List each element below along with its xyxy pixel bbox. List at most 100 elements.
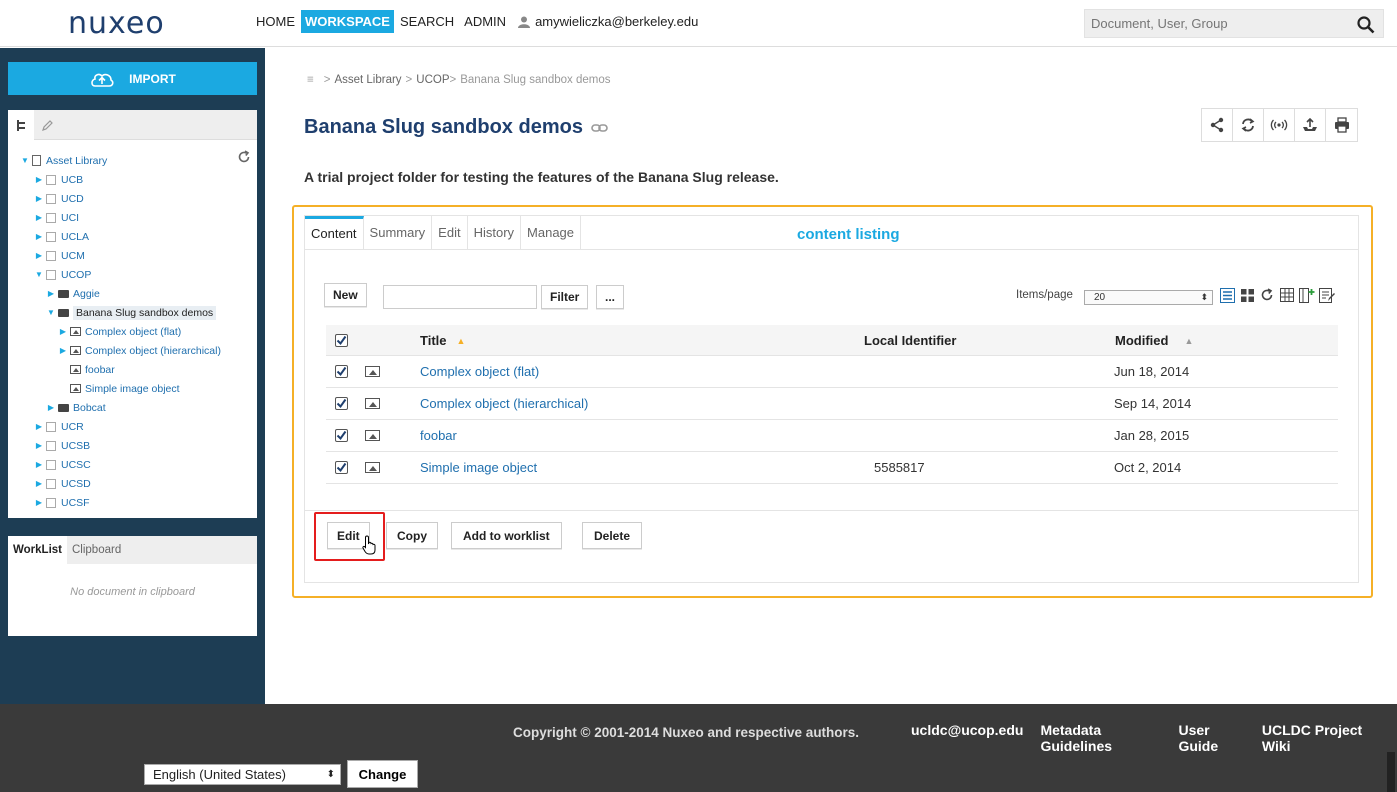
edit-columns-icon[interactable] <box>1319 287 1335 303</box>
row-checkbox[interactable] <box>335 461 348 474</box>
expand-arrow-icon[interactable]: ▶ <box>58 327 68 336</box>
collapse-arrow-icon[interactable]: ▼ <box>20 156 30 165</box>
import-button[interactable]: IMPORT <box>8 62 257 95</box>
nuxeo-logo[interactable]: nuxeo <box>68 6 165 41</box>
tab-content[interactable]: Content <box>305 216 364 249</box>
nav-workspace[interactable]: WORKSPACE <box>301 10 394 33</box>
collapse-arrow-icon[interactable]: ▼ <box>46 308 56 317</box>
column-modified[interactable]: Modified ▲ <box>1115 325 1193 356</box>
expand-arrow-icon[interactable]: ▶ <box>34 479 44 488</box>
tree-node[interactable]: ▶ UCD <box>34 189 84 208</box>
list-view-icon[interactable] <box>1219 287 1235 303</box>
expand-arrow-icon[interactable]: ▶ <box>34 232 44 241</box>
select-all-checkbox[interactable] <box>335 334 348 347</box>
nav-search[interactable]: SEARCH <box>396 10 458 33</box>
expand-arrow-icon[interactable]: ▶ <box>46 289 56 298</box>
spreadsheet-icon[interactable] <box>1279 287 1295 303</box>
table-row[interactable]: foobar Jan 28, 2015 <box>326 420 1338 452</box>
footer-link-project-wiki[interactable]: UCLDC Project Wiki <box>1262 722 1380 754</box>
tree-node[interactable]: ▶ Bobcat <box>46 398 106 417</box>
items-per-page-select[interactable]: 20 ⬍ <box>1084 290 1213 305</box>
more-options-button[interactable]: ... <box>596 285 624 309</box>
tab-history[interactable]: History <box>468 216 522 249</box>
row-title-link[interactable]: Complex object (hierarchical) <box>420 388 588 419</box>
tab-manage[interactable]: Manage <box>521 216 582 249</box>
tab-summary[interactable]: Summary <box>364 216 433 249</box>
tree-node[interactable]: ▼ Asset Library <box>20 151 107 170</box>
collapse-arrow-icon[interactable]: ▼ <box>34 270 44 279</box>
table-row[interactable]: Complex object (hierarchical) Sep 14, 201… <box>326 388 1338 420</box>
tree-node[interactable]: ▶ UCSF <box>34 493 90 512</box>
change-language-button[interactable]: Change <box>347 760 418 788</box>
tree-node[interactable]: foobar <box>58 360 115 379</box>
tree-node[interactable]: ▶ UCLA <box>34 227 89 246</box>
share-button[interactable] <box>1202 109 1233 141</box>
copy-button[interactable]: Copy <box>386 522 438 549</box>
print-button[interactable] <box>1326 109 1357 141</box>
row-title-link[interactable]: foobar <box>420 420 457 451</box>
tree-node[interactable]: ▶ UCSC <box>34 455 91 474</box>
footer-link-metadata-guidelines[interactable]: Metadata Guidelines <box>1040 722 1161 754</box>
footer-link-email[interactable]: ucldc@ucop.edu <box>911 722 1023 754</box>
tree-node[interactable]: ▶ Aggie <box>46 284 100 303</box>
table-row[interactable]: Complex object (flat) Jun 18, 2014 <box>326 356 1338 388</box>
nav-admin[interactable]: ADMIN <box>460 10 510 33</box>
tab-clipboard[interactable]: Clipboard <box>67 536 126 564</box>
grid-view-icon[interactable] <box>1239 287 1255 303</box>
expand-arrow-icon[interactable]: ▶ <box>34 213 44 222</box>
footer-link-user-guide[interactable]: User Guide <box>1178 722 1244 754</box>
new-button[interactable]: New <box>324 283 367 307</box>
expand-arrow-icon[interactable]: ▶ <box>58 346 68 355</box>
add-to-worklist-button[interactable]: Add to worklist <box>451 522 562 549</box>
table-row[interactable]: Simple image object 5585817 Oct 2, 2014 <box>326 452 1338 484</box>
expand-arrow-icon[interactable]: ▶ <box>34 498 44 507</box>
scrollbar-thumb[interactable] <box>1387 752 1395 792</box>
breadcrumb-item-ucop[interactable]: UCOP <box>416 74 449 86</box>
breadcrumb-item-asset-library[interactable]: Asset Library <box>334 74 401 86</box>
tree-node[interactable]: ▶ Complex object (flat) <box>58 322 181 341</box>
expand-arrow-icon[interactable]: ▶ <box>34 251 44 260</box>
column-title[interactable]: Title ▲ <box>420 325 465 356</box>
row-title-link[interactable]: Complex object (flat) <box>420 356 539 387</box>
tree-node[interactable]: ▶ UCR <box>34 417 84 436</box>
search-icon[interactable] <box>1357 16 1375 34</box>
tree-node[interactable]: ▶ Complex object (hierarchical) <box>58 341 221 360</box>
sync-button[interactable] <box>1233 109 1264 141</box>
filter-button[interactable]: Filter <box>541 285 589 309</box>
tree-tab-navigation[interactable] <box>8 110 34 140</box>
tree-node[interactable]: ▶ UCSD <box>34 474 91 493</box>
permalink-icon[interactable] <box>591 123 608 133</box>
tree-node[interactable]: ▶ UCM <box>34 246 85 265</box>
nav-home[interactable]: HOME <box>252 10 299 33</box>
tree-node[interactable]: Simple image object <box>58 379 180 398</box>
search-input[interactable] <box>1085 10 1345 37</box>
tab-edit[interactable]: Edit <box>432 216 468 249</box>
filter-input[interactable] <box>383 285 537 309</box>
expand-arrow-icon[interactable]: ▶ <box>34 422 44 431</box>
export-button[interactable] <box>1295 109 1326 141</box>
subscribe-button[interactable] <box>1264 109 1295 141</box>
tree-node[interactable]: ▼ Banana Slug sandbox demos <box>46 303 217 322</box>
expand-arrow-icon[interactable]: ▶ <box>46 403 56 412</box>
tree-node[interactable]: ▶ UCI <box>34 208 79 227</box>
delete-button[interactable]: Delete <box>582 522 643 549</box>
tab-worklist[interactable]: WorkList <box>8 536 67 564</box>
row-checkbox[interactable] <box>335 397 348 410</box>
column-local-identifier[interactable]: Local Identifier <box>864 325 956 356</box>
row-title-link[interactable]: Simple image object <box>420 452 537 483</box>
refresh-icon[interactable] <box>1259 287 1275 303</box>
expand-arrow-icon[interactable]: ▶ <box>34 194 44 203</box>
row-checkbox[interactable] <box>335 429 348 442</box>
tree-tab-edit[interactable] <box>34 110 60 140</box>
language-select[interactable]: English (United States) ⬍ <box>144 764 341 785</box>
row-checkbox[interactable] <box>335 365 348 378</box>
tree-node[interactable]: ▶ UCSB <box>34 436 90 455</box>
menu-icon[interactable]: ≡ <box>307 74 314 86</box>
expand-arrow-icon[interactable]: ▶ <box>34 460 44 469</box>
user-menu[interactable]: amywieliczka@berkeley.edu <box>518 14 698 29</box>
refresh-tree-icon[interactable] <box>237 150 251 164</box>
add-column-icon[interactable] <box>1299 287 1315 303</box>
expand-arrow-icon[interactable]: ▶ <box>34 441 44 450</box>
tree-node[interactable]: ▼ UCOP <box>34 265 91 284</box>
tree-node[interactable]: ▶ UCB <box>34 170 83 189</box>
